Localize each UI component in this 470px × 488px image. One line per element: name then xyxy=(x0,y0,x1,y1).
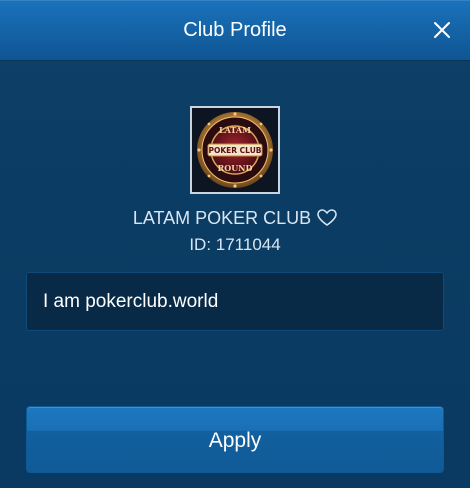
dialog-header: Club Profile xyxy=(0,0,470,61)
club-id: ID: 1711044 xyxy=(189,235,281,254)
apply-button[interactable]: Apply xyxy=(26,406,444,473)
logo-top-text: LATAM xyxy=(219,125,251,135)
close-icon[interactable] xyxy=(428,16,456,44)
dialog-title: Club Profile xyxy=(183,19,287,41)
club-name: LATAM POKER CLUB xyxy=(132,208,312,228)
club-logo: LATAM POKER CLUB ROUND xyxy=(190,106,280,194)
club-name-row: LATAM POKER CLUB xyxy=(0,205,470,231)
club-description-field[interactable]: I am pokerclub.world xyxy=(26,272,444,331)
heart-outline-icon[interactable] xyxy=(317,208,337,234)
logo-bottom-text: ROUND xyxy=(218,163,253,173)
club-profile-dialog: Club Profile LATAM POKER CLUB ROUND LATA… xyxy=(0,0,470,488)
logo-center-text: POKER CLUB xyxy=(208,146,261,155)
